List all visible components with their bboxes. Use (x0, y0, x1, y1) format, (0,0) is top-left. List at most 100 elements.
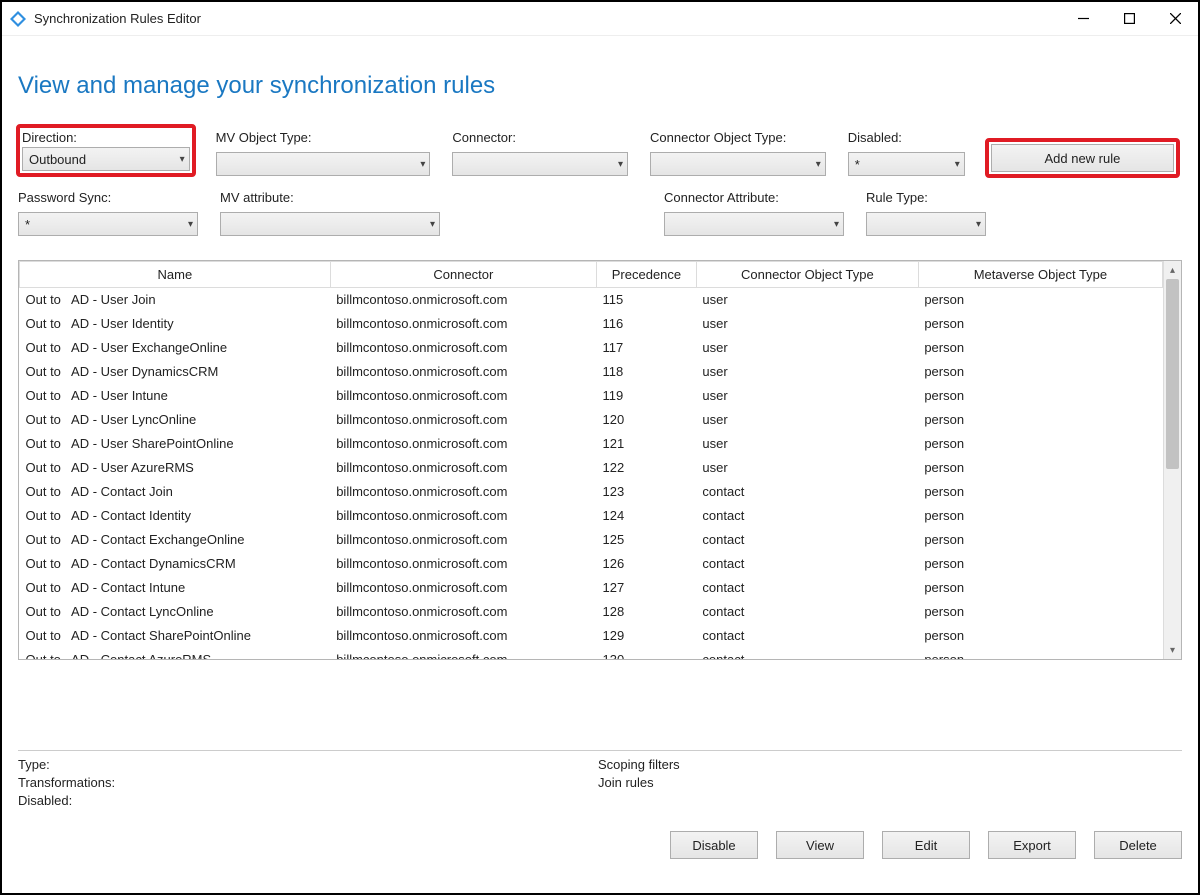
table-row[interactable]: Out to AD - Contact Intunebillmcontoso.o… (20, 576, 1163, 600)
cell-connector-object-type: user (696, 456, 918, 480)
col-header-connector[interactable]: Connector (330, 262, 596, 288)
cell-connector-object-type: user (696, 384, 918, 408)
cell-metaverse-object-type: person (918, 576, 1162, 600)
cell-connector: billmcontoso.onmicrosoft.com (330, 384, 596, 408)
close-button[interactable] (1152, 3, 1198, 35)
table-row[interactable]: Out to AD - User LyncOnlinebillmcontoso.… (20, 408, 1163, 432)
cell-connector-object-type: contact (696, 528, 918, 552)
cell-connector: billmcontoso.onmicrosoft.com (330, 288, 596, 312)
connector-attribute-combo[interactable]: ▾ (664, 212, 844, 236)
grid-header-row: Name Connector Precedence Connector Obje… (20, 262, 1163, 288)
add-rule-highlight: Add new rule (985, 138, 1180, 178)
table-row[interactable]: Out to AD - Contact LyncOnlinebillmconto… (20, 600, 1163, 624)
chevron-down-icon: ▾ (188, 219, 193, 230)
table-row[interactable]: Out to AD - User DynamicsCRMbillmcontoso… (20, 360, 1163, 384)
table-row[interactable]: Out to AD - User Intunebillmcontoso.onmi… (20, 384, 1163, 408)
cell-connector: billmcontoso.onmicrosoft.com (330, 336, 596, 360)
cell-name: Out to AD - Contact DynamicsCRM (20, 552, 331, 576)
table-row[interactable]: Out to AD - Contact ExchangeOnlinebillmc… (20, 528, 1163, 552)
cell-connector-object-type: contact (696, 552, 918, 576)
cell-connector: billmcontoso.onmicrosoft.com (330, 432, 596, 456)
col-header-metaverse-object-type[interactable]: Metaverse Object Type (918, 262, 1162, 288)
delete-button[interactable]: Delete (1094, 831, 1182, 859)
cell-connector: billmcontoso.onmicrosoft.com (330, 528, 596, 552)
table-row[interactable]: Out to AD - Contact Joinbillmcontoso.onm… (20, 480, 1163, 504)
details-panel: Type: Transformations: Disabled: Scoping… (18, 750, 1182, 811)
cell-precedence: 118 (597, 360, 697, 384)
connector-object-type-combo[interactable]: ▾ (650, 152, 826, 176)
mv-object-type-combo[interactable]: ▾ (216, 152, 431, 176)
password-sync-combo[interactable]: * ▾ (18, 212, 198, 236)
disabled-combo[interactable]: * ▾ (848, 152, 965, 176)
chevron-down-icon: ▾ (618, 159, 623, 170)
cell-connector: billmcontoso.onmicrosoft.com (330, 456, 596, 480)
maximize-button[interactable] (1106, 3, 1152, 35)
connector-label: Connector: (452, 130, 628, 145)
cell-connector: billmcontoso.onmicrosoft.com (330, 504, 596, 528)
scroll-up-icon[interactable]: ▴ (1164, 261, 1181, 279)
app-icon (10, 11, 26, 27)
table-row[interactable]: Out to AD - User ExchangeOnlinebillmcont… (20, 336, 1163, 360)
cell-metaverse-object-type: person (918, 480, 1162, 504)
mv-attribute-combo[interactable]: ▾ (220, 212, 440, 236)
cell-name: Out to AD - User Intune (20, 384, 331, 408)
direction-label: Direction: (22, 130, 190, 145)
direction-combo[interactable]: Outbound ▾ (22, 147, 190, 171)
cell-metaverse-object-type: person (918, 600, 1162, 624)
minimize-button[interactable] (1060, 3, 1106, 35)
detail-type-label: Type: (18, 757, 598, 775)
cell-connector: billmcontoso.onmicrosoft.com (330, 408, 596, 432)
cell-connector: billmcontoso.onmicrosoft.com (330, 576, 596, 600)
cell-connector: billmcontoso.onmicrosoft.com (330, 312, 596, 336)
rule-type-combo[interactable]: ▾ (866, 212, 986, 236)
table-row[interactable]: Out to AD - User Joinbillmcontoso.onmicr… (20, 288, 1163, 312)
view-button[interactable]: View (776, 831, 864, 859)
add-new-rule-button[interactable]: Add new rule (991, 144, 1174, 172)
action-bar: Disable View Edit Export Delete (18, 831, 1182, 859)
col-header-name[interactable]: Name (20, 262, 331, 288)
detail-join-rules-label: Join rules (598, 775, 1182, 793)
cell-connector: billmcontoso.onmicrosoft.com (330, 552, 596, 576)
cell-metaverse-object-type: person (918, 456, 1162, 480)
scroll-thumb[interactable] (1166, 279, 1179, 469)
table-row[interactable]: Out to AD - Contact SharePointOnlinebill… (20, 624, 1163, 648)
cell-metaverse-object-type: person (918, 408, 1162, 432)
mv-object-type-label: MV Object Type: (216, 130, 431, 145)
cell-name: Out to AD - Contact AzureRMS (20, 648, 331, 660)
rules-grid: Name Connector Precedence Connector Obje… (18, 260, 1182, 660)
col-header-connector-object-type[interactable]: Connector Object Type (696, 262, 918, 288)
cell-metaverse-object-type: person (918, 336, 1162, 360)
window-title: Synchronization Rules Editor (34, 11, 201, 26)
cell-connector-object-type: contact (696, 480, 918, 504)
chevron-down-icon: ▾ (834, 219, 839, 230)
table-row[interactable]: Out to AD - Contact AzureRMSbillmcontoso… (20, 648, 1163, 660)
disabled-value: * (855, 157, 860, 172)
cell-connector-object-type: contact (696, 600, 918, 624)
connector-combo[interactable]: ▾ (452, 152, 628, 176)
col-header-precedence[interactable]: Precedence (597, 262, 697, 288)
chevron-down-icon: ▾ (420, 159, 425, 170)
table-row[interactable]: Out to AD - User SharePointOnlinebillmco… (20, 432, 1163, 456)
cell-connector-object-type: user (696, 312, 918, 336)
table-row[interactable]: Out to AD - User Identitybillmcontoso.on… (20, 312, 1163, 336)
cell-precedence: 128 (597, 600, 697, 624)
scroll-down-icon[interactable]: ▾ (1164, 641, 1181, 659)
direction-value: Outbound (29, 152, 86, 167)
cell-metaverse-object-type: person (918, 360, 1162, 384)
table-row[interactable]: Out to AD - Contact Identitybillmcontoso… (20, 504, 1163, 528)
cell-precedence: 130 (597, 648, 697, 660)
app-window: Synchronization Rules Editor View and ma… (0, 0, 1200, 895)
edit-button[interactable]: Edit (882, 831, 970, 859)
table-row[interactable]: Out to AD - User AzureRMSbillmcontoso.on… (20, 456, 1163, 480)
table-row[interactable]: Out to AD - Contact DynamicsCRMbillmcont… (20, 552, 1163, 576)
export-button[interactable]: Export (988, 831, 1076, 859)
cell-precedence: 126 (597, 552, 697, 576)
password-sync-label: Password Sync: (18, 190, 198, 205)
filter-row-1: Direction: Outbound ▾ MV Object Type: ▾ … (18, 130, 1182, 176)
cell-connector-object-type: user (696, 360, 918, 384)
vertical-scrollbar[interactable]: ▴ ▾ (1163, 261, 1181, 659)
disable-button[interactable]: Disable (670, 831, 758, 859)
cell-metaverse-object-type: person (918, 624, 1162, 648)
cell-name: Out to AD - Contact ExchangeOnline (20, 528, 331, 552)
cell-metaverse-object-type: person (918, 432, 1162, 456)
